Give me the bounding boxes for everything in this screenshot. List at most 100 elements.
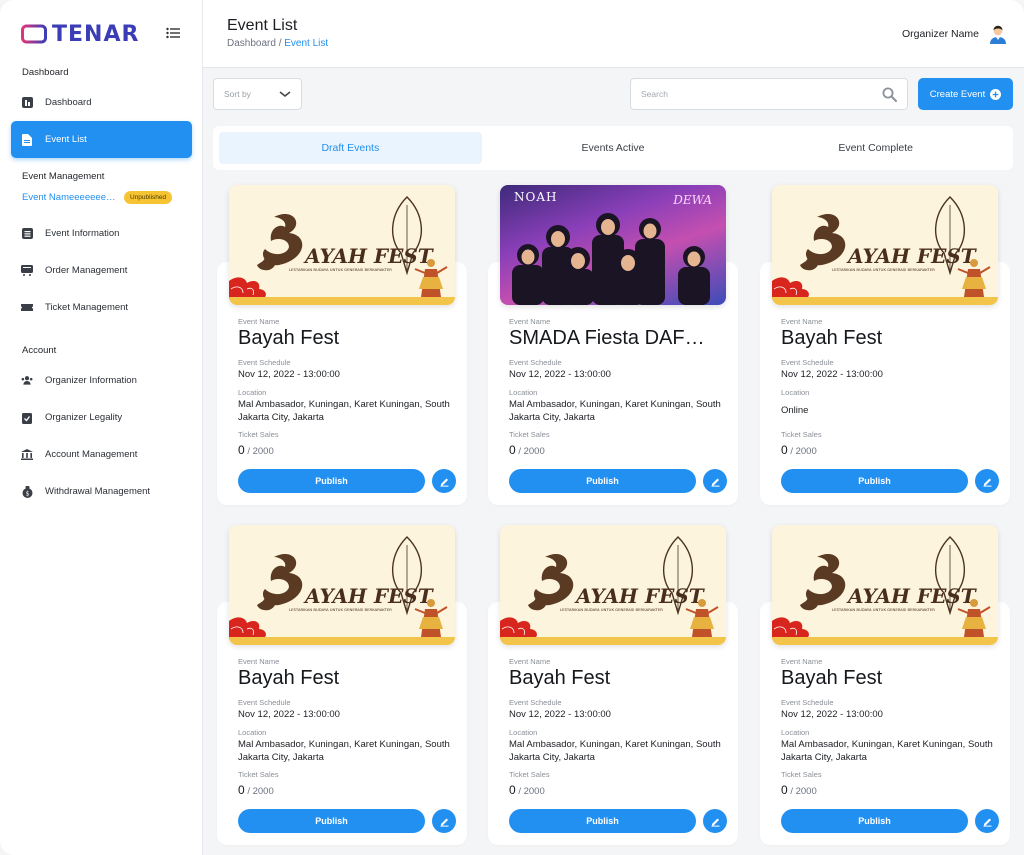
publish-button[interactable]: Publish	[781, 809, 968, 833]
sidebar-item-withdrawal-management[interactable]: $ Withdrawal Management	[11, 473, 192, 510]
sidebar-item-dashboard[interactable]: Dashboard	[11, 84, 192, 121]
sidebar-item-organizer-information[interactable]: Organizer Information	[11, 362, 192, 399]
section-dashboard: Dashboard	[22, 67, 69, 78]
sidebar-item-order-management[interactable]: Order Management	[11, 252, 192, 289]
tickets-sold: 0	[238, 783, 245, 797]
ticket-sales-label: Ticket Sales	[781, 770, 822, 779]
event-location: Mal Ambasador, Kuningan, Karet Kuningan,…	[509, 739, 721, 763]
event-poster-image[interactable]: NOAH DEWA	[500, 185, 726, 305]
ticket-sales-label: Ticket Sales	[238, 430, 279, 439]
pencil-icon	[440, 818, 448, 827]
event-title[interactable]: Bayah Fest	[238, 667, 453, 690]
publish-button[interactable]: Publish	[238, 809, 425, 833]
sidebar-item-event-information[interactable]: Event Information	[11, 215, 192, 252]
tickets-total: / 2000	[518, 786, 545, 797]
avatar[interactable]	[987, 22, 1009, 44]
edit-button[interactable]	[703, 809, 727, 833]
pencil-icon	[711, 478, 719, 487]
sidebar-item-event-list[interactable]: Event List	[11, 121, 192, 158]
breadcrumb: Dashboard / Event List	[227, 38, 328, 49]
edit-button[interactable]	[975, 469, 999, 493]
users-icon	[21, 375, 33, 387]
event-poster-image[interactable]: AYAH FEST LESTARIKAN BUDAYA UNTUK GENERA…	[229, 185, 455, 305]
sidebar-item-organizer-legality[interactable]: Organizer Legality	[11, 399, 192, 436]
organizer-name[interactable]: Organizer Name	[902, 28, 979, 40]
event-schedule: Nov 12, 2022 - 13:00:00	[781, 369, 883, 380]
search-field	[630, 78, 908, 110]
edit-button[interactable]	[432, 469, 456, 493]
publish-button[interactable]: Publish	[781, 469, 968, 493]
event-title[interactable]: Bayah Fest	[781, 327, 996, 350]
publish-button[interactable]: Publish	[509, 469, 696, 493]
tab-event-complete[interactable]: Event Complete	[744, 132, 1007, 164]
event-location-label: Location	[509, 388, 538, 397]
breadcrumb-root[interactable]: Dashboard	[227, 38, 276, 49]
event-location: Mal Ambasador, Kuningan, Karet Kuningan,…	[238, 739, 450, 763]
poster-brand-title: AYAH FEST	[303, 584, 435, 608]
tenar-logo-icon	[21, 24, 47, 44]
sidebar-item-label: Event List	[45, 134, 87, 145]
create-event-button[interactable]: Create Event	[918, 78, 1013, 110]
tickets-total: / 2000	[247, 446, 274, 457]
sort-label: Sort by	[224, 89, 251, 99]
event-location: Online	[781, 405, 809, 416]
event-poster-image[interactable]: AYAH FEST LESTARIKAN BUDAYA UNTUK GENERA…	[772, 185, 998, 305]
event-title[interactable]: Bayah Fest	[781, 667, 996, 690]
poster-tagline: LESTARIKAN BUDAYA UNTUK GENERASI BERKARA…	[289, 267, 392, 272]
event-title[interactable]: Bayah Fest	[509, 667, 724, 690]
event-location-label: Location	[238, 388, 267, 397]
event-title[interactable]: Bayah Fest	[238, 327, 453, 350]
search-icon[interactable]	[882, 87, 897, 102]
event-poster-image[interactable]: AYAH FEST LESTARIKAN BUDAYA UNTUK GENERA…	[772, 525, 998, 645]
event-poster-image[interactable]: AYAH FEST LESTARIKAN BUDAYA UNTUK GENERA…	[500, 525, 726, 645]
current-event[interactable]: Event Nameeeeeeeeeeee Unpublished	[22, 191, 192, 204]
event-location-label: Location	[781, 728, 810, 737]
sort-dropdown[interactable]: Sort by	[213, 78, 302, 110]
sidebar-item-label: Account Management	[45, 449, 138, 460]
current-event-name: Event Nameeeeeeeeeeee	[22, 192, 118, 203]
ticket-sales: 0 / 2000	[781, 443, 817, 457]
event-location: Mal Ambasador, Kuningan, Karet Kuningan,…	[509, 399, 721, 423]
event-poster-image[interactable]: AYAH FEST LESTARIKAN BUDAYA UNTUK GENERA…	[229, 525, 455, 645]
edit-button[interactable]	[432, 809, 456, 833]
menu-toggle-icon[interactable]	[166, 27, 180, 39]
bank-icon	[21, 449, 33, 461]
tab-draft-events[interactable]: Draft Events	[219, 132, 482, 164]
sidebar-item-label: Organizer Information	[45, 375, 137, 386]
event-location-label: Location	[781, 388, 810, 397]
event-name-label: Event Name	[509, 657, 551, 666]
sidebar-item-label: Withdrawal Management	[45, 486, 151, 497]
sidebar: TENAR Dashboard Dashboard Event List Eve…	[0, 0, 203, 855]
pencil-icon	[983, 478, 991, 487]
sidebar-item-label: Ticket Management	[45, 302, 129, 313]
edit-button[interactable]	[703, 469, 727, 493]
publish-button[interactable]: Publish	[238, 469, 425, 493]
event-location: Mal Ambasador, Kuningan, Karet Kuningan,…	[781, 739, 993, 763]
poster-brand-title: AYAH FEST	[846, 244, 978, 268]
sidebar-item-ticket-management[interactable]: Ticket Management	[11, 289, 192, 326]
publish-button[interactable]: Publish	[509, 809, 696, 833]
chevron-down-icon	[279, 91, 291, 97]
poster-tagline: LESTARIKAN BUDAYA UNTUK GENERASI BERKARA…	[289, 607, 392, 612]
concert-poster: NOAH DEWA	[500, 185, 726, 305]
poster-tagline: LESTARIKAN BUDAYA UNTUK GENERASI BERKARA…	[560, 607, 663, 612]
pencil-icon	[711, 818, 719, 827]
breadcrumb-separator: /	[275, 38, 285, 49]
tickets-total: / 2000	[247, 786, 274, 797]
event-name-label: Event Name	[781, 317, 823, 326]
ticket-sales: 0 / 2000	[781, 783, 817, 797]
event-title[interactable]: SMADA Fiesta DAF…	[509, 327, 724, 350]
event-schedule-label: Event Schedule	[781, 358, 834, 367]
tab-events-active[interactable]: Events Active	[482, 132, 745, 164]
search-input[interactable]	[641, 79, 871, 109]
edit-button[interactable]	[975, 809, 999, 833]
tickets-total: / 2000	[790, 446, 817, 457]
svg-text:$: $	[25, 490, 29, 497]
tickets-total: / 2000	[518, 446, 545, 457]
event-schedule: Nov 12, 2022 - 13:00:00	[509, 709, 611, 720]
sidebar-item-label: Event Information	[45, 228, 120, 239]
tickets-total: / 2000	[790, 786, 817, 797]
event-location: Mal Ambasador, Kuningan, Karet Kuningan,…	[238, 399, 450, 423]
sidebar-item-account-management[interactable]: Account Management	[11, 436, 192, 473]
event-schedule: Nov 12, 2022 - 13:00:00	[781, 709, 883, 720]
